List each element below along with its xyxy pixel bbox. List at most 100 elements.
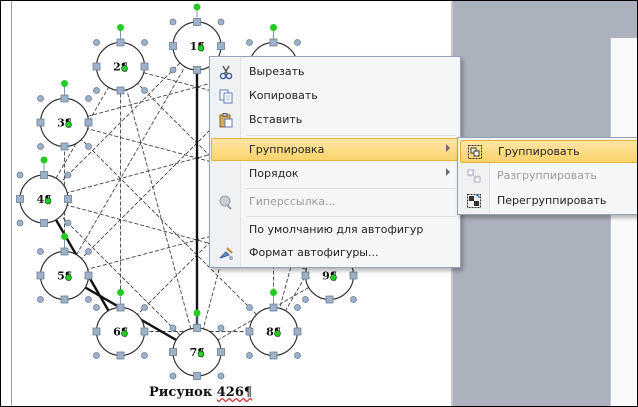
- selection-handle: [217, 348, 225, 356]
- selection-handle: [217, 42, 225, 50]
- selection-handle: [85, 143, 92, 150]
- submenu-item-label: Разгруппировать: [497, 169, 597, 182]
- anchor-marker: [197, 350, 205, 358]
- selection-handle: [93, 352, 100, 359]
- menu-item-label: Копировать: [249, 89, 318, 102]
- selection-handle: [16, 219, 24, 227]
- rotation-handle: [40, 156, 48, 164]
- selection-handle: [169, 372, 177, 380]
- selection-handle: [116, 38, 125, 47]
- selection-handle: [64, 195, 72, 203]
- selection-handle: [116, 351, 125, 360]
- selection-handle: [60, 94, 69, 103]
- group-icon: [468, 145, 482, 159]
- context-menu: Вырезать Копировать Вставить Группировка: [209, 56, 461, 268]
- selection-handle: [269, 303, 278, 312]
- rotation-handle: [117, 289, 124, 297]
- menu-separator: [246, 135, 456, 136]
- selection-handle: [37, 296, 44, 303]
- selection-handle: [140, 62, 149, 71]
- paste-icon: [219, 113, 233, 128]
- menu-separator: [246, 216, 456, 217]
- menu-item-label: Гиперссылка...: [249, 195, 336, 208]
- selection-handle: [40, 171, 48, 179]
- selection-handle: [37, 143, 44, 150]
- rotation-handle: [270, 289, 277, 297]
- ungroup-icon: [467, 169, 481, 183]
- selection-handle: [246, 39, 253, 46]
- menu-item-cut[interactable]: Вырезать: [212, 61, 458, 83]
- anchor-marker: [121, 65, 128, 72]
- selection-handle: [193, 324, 201, 332]
- selection-handle: [92, 327, 101, 336]
- selection-handle: [36, 118, 45, 127]
- submenu-arrow-icon: [446, 144, 450, 152]
- selection-handle: [37, 95, 44, 102]
- hyperlink-icon: [219, 195, 232, 210]
- selection-handle: [60, 142, 69, 151]
- selection-handle: [294, 304, 301, 311]
- selection-handle: [294, 39, 301, 46]
- submenu-arrow-icon: [446, 168, 450, 176]
- rotation-handle: [193, 3, 201, 11]
- selection-handle: [141, 304, 148, 311]
- anchor-marker: [274, 330, 281, 337]
- menu-item-label: Вставить: [249, 113, 303, 126]
- anchor-marker: [65, 121, 72, 128]
- caption-number: 426¶: [216, 385, 253, 400]
- selection-handle: [350, 296, 357, 303]
- menu-item-grouping[interactable]: Группировка: [211, 138, 459, 161]
- selection-handle: [293, 327, 302, 336]
- selection-handle: [60, 295, 69, 304]
- menu-item-format-shape[interactable]: Формат автофигуры...: [212, 242, 458, 264]
- submenu-item-label: Группировать: [498, 145, 580, 158]
- selection-handle: [269, 351, 278, 360]
- window-frame: 1¶12¶11¶10¶9¶8¶7¶6¶5¶4¶3¶2¶ Рисунок 426¶…: [0, 0, 638, 407]
- menu-item-hyperlink[interactable]: Гиперссылка...: [212, 191, 458, 213]
- selection-handle: [64, 219, 72, 227]
- selection-handle: [169, 324, 177, 332]
- anchor-marker: [44, 197, 52, 205]
- selection-handle: [325, 295, 334, 304]
- selection-handle: [40, 219, 48, 227]
- grouping-submenu: Группировать Разгруппировать Перегруппир…: [457, 137, 637, 215]
- selection-handle: [302, 296, 309, 303]
- selection-handle: [93, 39, 100, 46]
- menu-item-label: Группировка: [249, 143, 325, 156]
- selection-handle: [85, 296, 92, 303]
- selection-handle: [193, 372, 201, 380]
- rotation-handle: [270, 23, 277, 31]
- selection-handle: [169, 42, 177, 50]
- selection-handle: [217, 372, 225, 380]
- selection-handle: [301, 271, 310, 280]
- dashed-edge: [120, 66, 198, 353]
- selection-handle: [64, 171, 72, 179]
- selection-handle: [169, 348, 177, 356]
- selection-handle: [294, 352, 301, 359]
- menu-item-copy[interactable]: Копировать: [212, 85, 458, 107]
- submenu-item-group[interactable]: Группировать: [460, 140, 637, 163]
- rotation-handle: [60, 233, 68, 240]
- side-panel: [610, 38, 637, 406]
- scissors-icon: [219, 65, 233, 80]
- selection-handle: [60, 247, 69, 256]
- menu-item-set-default[interactable]: По умолчанию для автофигур: [212, 219, 458, 241]
- submenu-item-regroup[interactable]: Перегруппировать: [460, 190, 637, 212]
- selection-handle: [246, 304, 253, 311]
- selection-handle: [246, 352, 253, 359]
- selection-handle: [140, 327, 149, 336]
- submenu-item-ungroup[interactable]: Разгруппировать: [460, 165, 637, 187]
- menu-item-label: Формат автофигуры...: [249, 246, 379, 259]
- format-shape-icon: [219, 247, 233, 260]
- selection-handle: [245, 327, 254, 336]
- selection-handle: [92, 62, 101, 71]
- selection-handle: [84, 118, 93, 127]
- selection-handle: [349, 271, 358, 280]
- regroup-icon: [467, 194, 481, 208]
- selection-handle: [85, 248, 92, 255]
- rotation-handle: [60, 80, 68, 87]
- menu-item-order[interactable]: Порядок: [212, 163, 458, 185]
- menu-item-label: По умолчанию для автофигур: [249, 223, 424, 236]
- menu-item-paste[interactable]: Вставить: [212, 109, 458, 131]
- anchor-marker: [65, 274, 72, 281]
